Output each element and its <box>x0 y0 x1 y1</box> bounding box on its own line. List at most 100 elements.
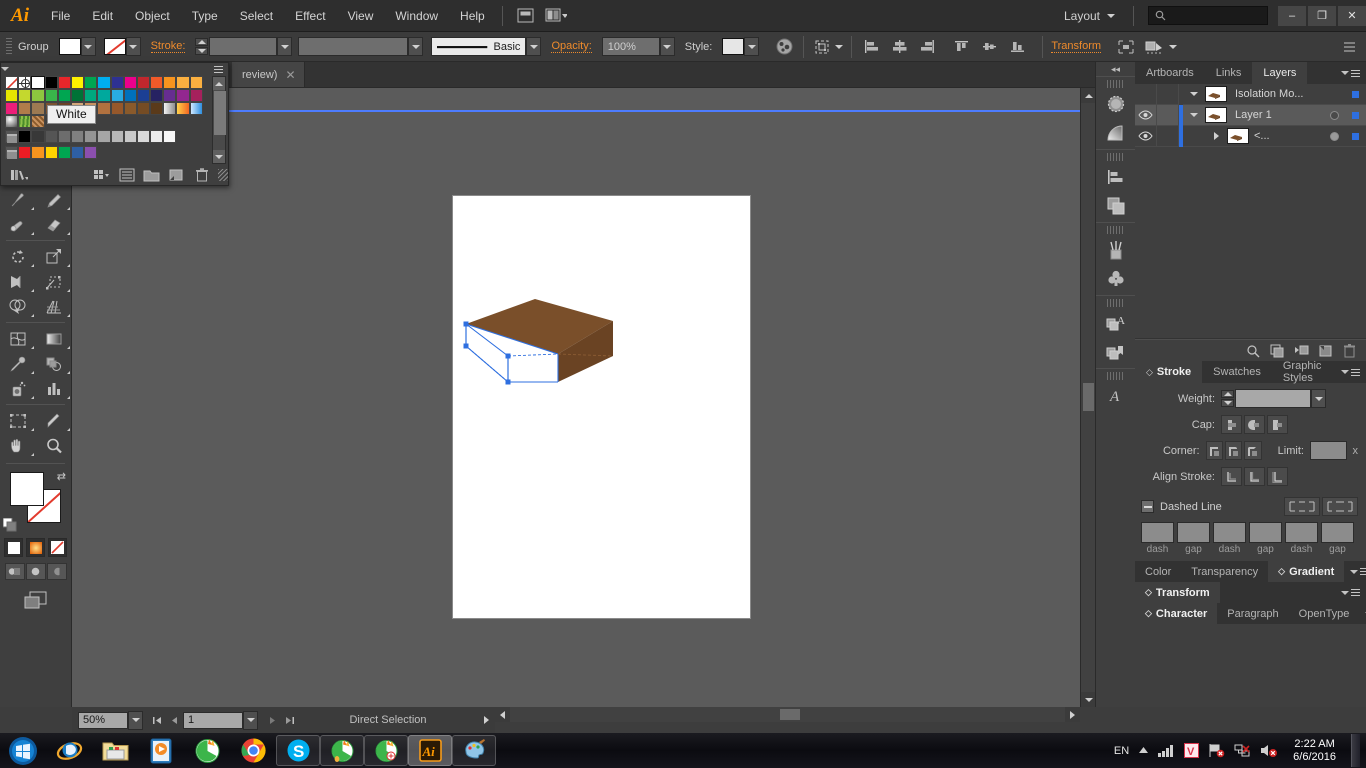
zoom-level-field[interactable]: 50% <box>78 711 128 729</box>
swatch-gray-50[interactable] <box>84 130 98 143</box>
tab-layers[interactable]: Layers <box>1252 62 1308 84</box>
volume-muted-icon[interactable] <box>1260 743 1278 758</box>
artboard-number-field[interactable]: 1 <box>183 711 243 729</box>
language-indicator[interactable]: EN <box>1114 745 1129 757</box>
gap-field-1[interactable] <box>1177 522 1210 543</box>
swatch-gray-black[interactable] <box>18 130 32 143</box>
swatches-group-brights[interactable] <box>5 146 228 159</box>
layer-lock-toggle[interactable] <box>1157 83 1179 105</box>
new-color-group-icon[interactable] <box>140 166 165 184</box>
search-input[interactable] <box>1148 6 1268 25</box>
opacity-dropdown[interactable] <box>659 37 675 56</box>
align-center-horizontal-icon[interactable] <box>888 37 910 57</box>
gap-field-2[interactable] <box>1249 522 1282 543</box>
gradient-panel-menu-icon[interactable] <box>1344 568 1366 575</box>
dock-grip-5[interactable] <box>1107 372 1124 380</box>
zoom-tool[interactable] <box>36 433 72 458</box>
windows-start-orb[interactable] <box>0 734 46 767</box>
dash-field-1[interactable] <box>1141 522 1174 543</box>
document-tab[interactable]: review) ✕ <box>232 62 305 87</box>
stroke-profile-field[interactable] <box>298 37 409 56</box>
appearance-icon[interactable]: A <box>1096 308 1136 337</box>
green-app-window-icon[interactable] <box>320 735 364 766</box>
swatch-libraries-menu-icon[interactable] <box>7 166 32 184</box>
brush-tool[interactable] <box>0 187 36 212</box>
swatches-group-grays[interactable] <box>5 130 228 143</box>
align-top-icon[interactable] <box>950 37 972 57</box>
control-bar-grip[interactable] <box>6 37 12 56</box>
align-left-icon[interactable] <box>860 37 882 57</box>
network-error-icon[interactable] <box>1234 743 1251 758</box>
bridge-icon[interactable] <box>513 5 539 27</box>
stroke-color-swatch[interactable] <box>103 38 126 55</box>
symbols-panel-icon[interactable] <box>1096 264 1136 293</box>
swatches-floating-panel[interactable]: White <box>0 62 229 186</box>
swatch-pink[interactable] <box>5 102 19 115</box>
swatch-tan[interactable] <box>18 102 32 115</box>
swatches-grid[interactable] <box>5 76 203 128</box>
pencil-tool[interactable] <box>36 187 72 212</box>
brush-libraries-icon[interactable] <box>1096 235 1136 264</box>
swatch-wine[interactable] <box>189 89 203 102</box>
symbol-sprayer-tool[interactable] <box>0 376 36 401</box>
layer-row-sublayer[interactable]: <... <box>1135 125 1366 147</box>
swatch-bright-yellow[interactable] <box>44 146 58 159</box>
align-stroke-outside-button[interactable] <box>1267 467 1288 486</box>
layer-lock-toggle[interactable] <box>1157 125 1179 147</box>
opacity-label[interactable]: Opacity: <box>551 40 592 53</box>
swatches-scroll-thumb[interactable] <box>214 91 226 135</box>
menu-window[interactable]: Window <box>384 0 449 32</box>
layer-select-indicator[interactable] <box>1344 90 1366 98</box>
round-cap-button[interactable] <box>1244 415 1265 434</box>
swatch-sky[interactable] <box>110 89 124 102</box>
layer-name[interactable]: <... <box>1249 130 1324 142</box>
blend-tool[interactable] <box>36 351 72 376</box>
menu-object[interactable]: Object <box>124 0 181 32</box>
canvas-vertical-scrollbar[interactable] <box>1080 88 1096 707</box>
recolor-artwork-icon[interactable] <box>773 37 795 57</box>
miter-join-button[interactable] <box>1205 441 1223 460</box>
swatch-bright-red[interactable] <box>18 146 32 159</box>
gradient-button[interactable] <box>26 538 45 557</box>
butt-cap-button[interactable] <box>1221 415 1242 434</box>
dashed-line-checkbox[interactable] <box>1141 500 1154 513</box>
swatch-orange[interactable] <box>163 76 177 89</box>
screen-mode-button[interactable] <box>0 590 71 612</box>
weight-stepper[interactable] <box>1221 390 1234 407</box>
character-panel-icon[interactable]: A <box>1096 381 1136 410</box>
delete-swatch-icon[interactable] <box>189 166 214 184</box>
swatch-bright-purple[interactable] <box>84 146 98 159</box>
tab-graphic-styles[interactable]: Graphic Styles <box>1272 360 1335 384</box>
internet-explorer-icon[interactable] <box>46 734 92 767</box>
layer-select-indicator[interactable] <box>1344 132 1366 140</box>
swatch-teal[interactable] <box>97 89 111 102</box>
swatch-gray-30[interactable] <box>110 130 124 143</box>
graphic-styles-icon[interactable] <box>1096 337 1136 366</box>
swatch-gradient-white[interactable] <box>163 102 177 115</box>
skype-icon[interactable]: S <box>276 735 320 766</box>
swatch-pattern-texture[interactable] <box>31 115 45 128</box>
stroke-dropdown-arrow[interactable] <box>125 37 141 56</box>
brushes-icon[interactable] <box>1096 89 1136 118</box>
scroll-up-icon[interactable] <box>1081 88 1096 103</box>
minimize-button[interactable]: – <box>1278 5 1306 26</box>
layers-list[interactable]: Isolation Mo... Layer 1 <... <box>1135 83 1366 339</box>
swatch-none[interactable] <box>5 76 19 89</box>
swatch-bright-green[interactable] <box>57 146 71 159</box>
swatch-teal-green[interactable] <box>84 89 98 102</box>
artwork-3d-box[interactable] <box>453 196 750 618</box>
new-swatch-icon[interactable] <box>164 166 189 184</box>
menu-view[interactable]: View <box>337 0 385 32</box>
menu-effect[interactable]: Effect <box>284 0 336 32</box>
swatch-lemon[interactable] <box>5 89 19 102</box>
align-center-vertical-icon[interactable] <box>978 37 1000 57</box>
swatch-green[interactable] <box>84 76 98 89</box>
resize-grip[interactable] <box>218 169 228 181</box>
network-signal-icon[interactable] <box>1158 744 1175 757</box>
graphic-style-dropdown[interactable] <box>744 37 760 56</box>
swatches-scrollbar[interactable] <box>212 76 226 164</box>
mesh-tool[interactable] <box>0 326 36 351</box>
dash-field-3[interactable] <box>1285 522 1318 543</box>
swatch-gray-80[interactable] <box>44 130 58 143</box>
swatch-walnut[interactable] <box>136 102 151 115</box>
